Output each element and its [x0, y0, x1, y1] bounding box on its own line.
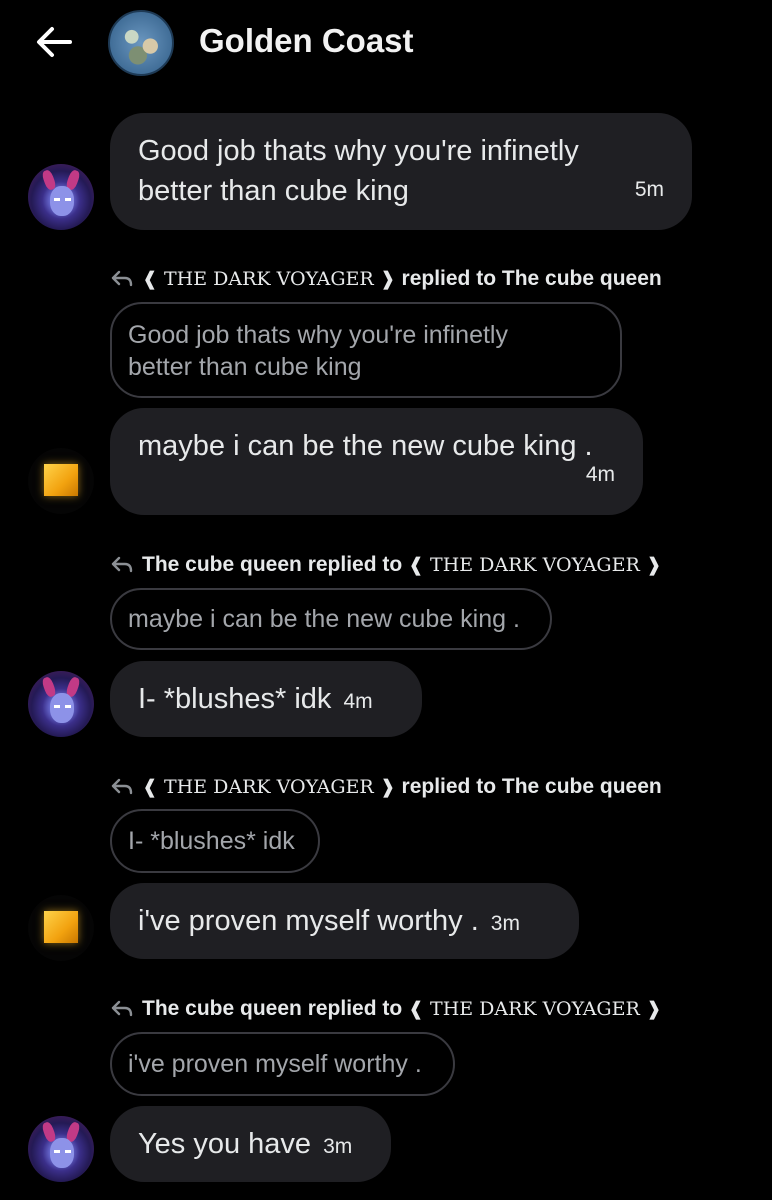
reply-header: The cube queen replied to ❰ THE DARK VOY…: [110, 994, 662, 1024]
reply-author: The cube queen: [142, 553, 302, 576]
reply-header: The cube queen replied to ❰ THE DARK VOY…: [110, 550, 662, 580]
message-bubble[interactable]: I- *blushes* idk 4m: [110, 661, 422, 737]
reply-label: replied to: [401, 775, 497, 798]
quoted-text: I- *blushes* idk: [128, 827, 295, 855]
message-time: 3m: [490, 912, 520, 935]
arrow-left-icon[interactable]: [30, 20, 78, 64]
reply-label: replied to: [401, 267, 497, 290]
reply-target: ❰ THE DARK VOYAGER ❱: [408, 998, 662, 1020]
avatar-cube-queen[interactable]: [28, 671, 94, 737]
reply-author: ❰ THE DARK VOYAGER ❱: [142, 268, 396, 290]
reply-icon: [111, 556, 133, 573]
reply-header: ❰ THE DARK VOYAGER ❱ replied to The cube…: [110, 772, 662, 802]
quoted-message[interactable]: i've proven myself worthy .: [110, 1032, 455, 1096]
message-bubble[interactable]: i've proven myself worthy . 3m: [110, 883, 579, 959]
message-text: maybe i can be the new cube king .: [138, 430, 593, 462]
reply-target: The cube queen: [501, 775, 662, 798]
quoted-text: maybe i can be the new cube king .: [128, 605, 520, 633]
quoted-message[interactable]: maybe i can be the new cube king .: [110, 588, 552, 650]
quoted-text: i've proven myself worthy .: [128, 1050, 422, 1078]
quoted-text: better than cube king: [128, 353, 362, 381]
quoted-message[interactable]: Good job thats why you're infinetly bett…: [110, 302, 622, 398]
message-time: 5m: [634, 178, 664, 201]
message-text: Yes you have: [138, 1128, 312, 1160]
message-time: 4m: [585, 463, 615, 486]
message-bubble[interactable]: Good job thats why you're infinetly bett…: [110, 113, 692, 230]
reply-icon: [111, 1000, 133, 1017]
chat-header: Golden Coast: [0, 0, 772, 86]
message-text: Good job thats why you're infinetly: [138, 135, 579, 167]
message-text: better than cube king: [138, 175, 409, 207]
avatar-cube-queen[interactable]: [28, 164, 94, 230]
group-avatar[interactable]: [108, 10, 174, 76]
reply-author: ❰ THE DARK VOYAGER ❱: [142, 776, 396, 798]
avatar-cube-queen[interactable]: [28, 1116, 94, 1182]
message-time: 4m: [343, 690, 373, 713]
reply-label: replied to: [307, 553, 403, 576]
reply-target: ❰ THE DARK VOYAGER ❱: [408, 554, 662, 576]
message-text: I- *blushes* idk: [138, 683, 332, 715]
reply-icon: [111, 778, 133, 795]
quoted-text: Good job thats why you're infinetly: [128, 321, 508, 349]
message-bubble[interactable]: Yes you have 3m: [110, 1106, 391, 1182]
message-time: 3m: [323, 1135, 353, 1158]
reply-icon: [111, 270, 133, 287]
page-title[interactable]: Golden Coast: [199, 22, 414, 60]
message-bubble[interactable]: maybe i can be the new cube king . 4m: [110, 408, 643, 515]
reply-author: The cube queen: [142, 997, 302, 1020]
quoted-message[interactable]: I- *blushes* idk: [110, 809, 320, 873]
reply-header: ❰ THE DARK VOYAGER ❱ replied to The cube…: [110, 264, 662, 294]
message-text: i've proven myself worthy .: [138, 905, 479, 937]
reply-label: replied to: [307, 997, 403, 1020]
reply-target: The cube queen: [501, 267, 662, 290]
avatar-dark-voyager[interactable]: [28, 895, 94, 961]
avatar-dark-voyager[interactable]: [28, 448, 94, 514]
